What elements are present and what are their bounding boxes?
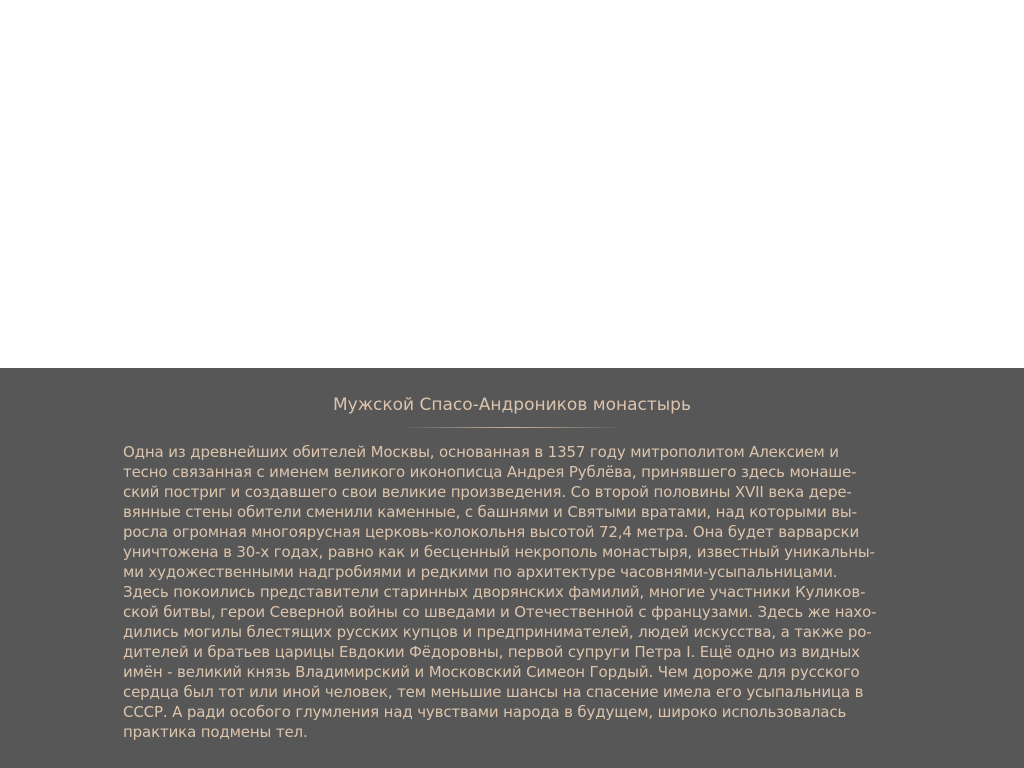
blank-top-area xyxy=(0,0,1024,368)
body-line: Одна из древнейших обителей Москвы, осно… xyxy=(123,443,839,461)
panel-title: Мужской Спасо-Андроников монастырь xyxy=(333,395,691,415)
title-divider xyxy=(400,427,624,428)
body-line: СССР. А ради особого глумления над чувст… xyxy=(123,703,847,721)
body-line: ми художественными надгробиями и редкими… xyxy=(123,563,838,581)
body-line: практика подмены тел. xyxy=(123,723,308,741)
body-line: тесно связанная с именем великого иконоп… xyxy=(123,463,857,481)
body-line: уничтожена в 30-х годах, равно как и бес… xyxy=(123,543,875,561)
page: Мужской Спасо-Андроников монастырь Одна … xyxy=(0,0,1024,768)
body-line: вянные стены обители сменили каменные, с… xyxy=(123,503,857,521)
body-line: росла огромная многоярусная церковь-коло… xyxy=(123,523,860,541)
panel-body-text: Одна из древнейших обителей Москвы, осно… xyxy=(123,442,913,742)
body-line: Здесь покоились представители старинных … xyxy=(123,583,866,601)
body-line: дителей и братьев царицы Евдокии Фёдоров… xyxy=(123,643,860,661)
body-line: сердца был тот или иной человек, тем мен… xyxy=(123,683,864,701)
body-line: ский постриг и создавшего свои великие п… xyxy=(123,483,852,501)
body-line: имён - великий князь Владимирский и Моск… xyxy=(123,663,860,681)
body-line: дились могилы блестящих русских купцов и… xyxy=(123,623,872,641)
body-line: ской битвы, герои Северной войны со швед… xyxy=(123,603,877,621)
